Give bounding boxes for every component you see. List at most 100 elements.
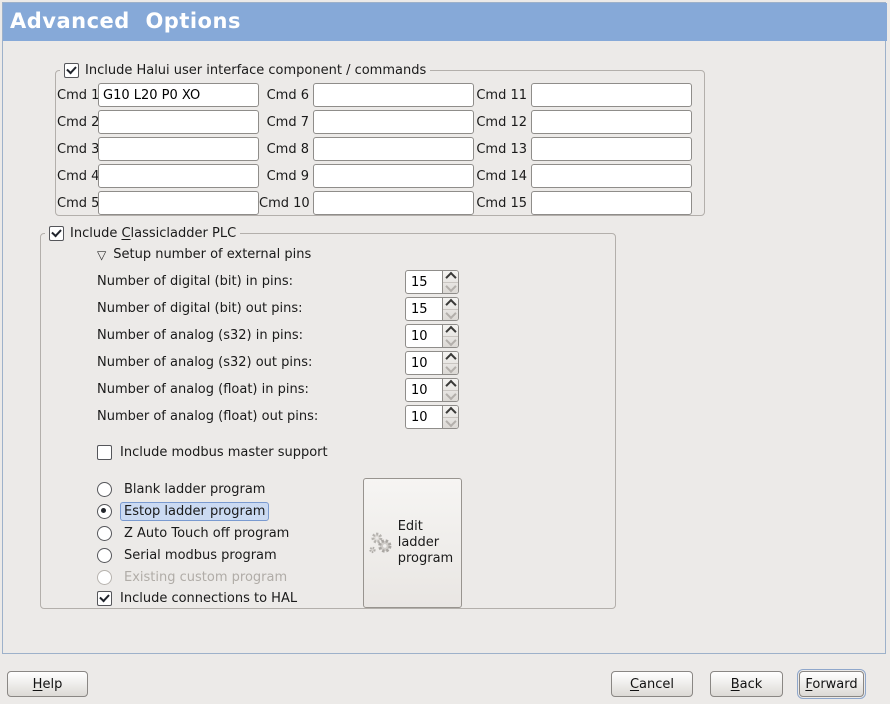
radio-icon[interactable] [97, 548, 112, 563]
cmd-5-input[interactable] [98, 191, 259, 215]
radio-icon[interactable] [97, 482, 112, 497]
classicladder-checkbox[interactable] [49, 226, 64, 241]
cmd-13-label: Cmd 13 [474, 142, 531, 157]
digital-out-pins-spinner [405, 297, 459, 321]
analog-float-in-pins-input[interactable] [406, 379, 442, 401]
modbus-master-checkbox-row[interactable]: Include modbus master support [97, 443, 328, 461]
classicladder-legend-label: Include Classicladder PLC [70, 226, 236, 241]
cmd-5-label: Cmd 5 [57, 196, 98, 211]
edit-ladder-program-label: Edit ladder program [398, 519, 461, 568]
spin-down-button[interactable] [443, 418, 458, 429]
radio-label: Estop ladder program [120, 502, 269, 521]
radio-label: Serial modbus program [120, 546, 281, 565]
advanced-options-window: { "window": { "title": "Advanced Options… [0, 0, 890, 704]
cmd-12-label: Cmd 12 [474, 115, 531, 130]
header-bar: Advanced Options [3, 3, 887, 41]
radio-disabled-icon [97, 570, 112, 585]
cmd-2-label: Cmd 2 [57, 115, 98, 130]
classicladder-legend: Include Classicladder PLC [45, 225, 240, 242]
halui-legend-label: Include Halui user interface component /… [85, 63, 426, 78]
cmd-15-label: Cmd 15 [474, 196, 531, 211]
radio-selected-icon[interactable] [97, 504, 112, 519]
cmd-8-input[interactable] [313, 137, 474, 161]
cmd-9-input[interactable] [313, 164, 474, 188]
external-pins-expander[interactable]: ▽ Setup number of external pins [97, 247, 311, 262]
hal-connections-checkbox[interactable] [97, 591, 112, 606]
chevron-down-icon [445, 389, 456, 400]
chevron-down-icon [445, 416, 456, 427]
spin-down-button[interactable] [443, 310, 458, 321]
analog-s32-in-pins-spinner [405, 324, 459, 348]
analog-float-out-pins-input[interactable] [406, 406, 442, 428]
chevron-down-icon [445, 335, 456, 346]
radio-label: Existing custom program [120, 568, 291, 587]
expander-open-icon: ▽ [97, 249, 106, 261]
analog-s32-in-pins-label: Number of analog (s32) in pins: [97, 324, 303, 348]
hal-connections-checkbox-row[interactable]: Include connections to HAL [97, 589, 297, 607]
cmd-11-input[interactable] [531, 83, 692, 107]
analog-s32-in-pins-input[interactable] [406, 325, 442, 347]
digital-out-pins-input[interactable] [406, 298, 442, 320]
spin-down-button[interactable] [443, 364, 458, 375]
halui-checkbox[interactable] [64, 63, 79, 78]
digital-in-pins-label: Number of digital (bit) in pins: [97, 270, 293, 294]
cmd-4-label: Cmd 4 [57, 169, 98, 184]
cmd-1-label: Cmd 1 [57, 88, 98, 103]
digital-in-pins-input[interactable] [406, 271, 442, 293]
gears-icon [368, 529, 396, 557]
cmd-6-input[interactable] [313, 83, 474, 107]
cmd-13-input[interactable] [531, 137, 692, 161]
analog-float-out-pins-label: Number of analog (float) out pins: [97, 405, 318, 429]
cmd-9-label: Cmd 9 [259, 169, 313, 184]
cmd-14-label: Cmd 14 [474, 169, 531, 184]
radio-serial-modbus[interactable]: Serial modbus program [97, 546, 281, 564]
spin-down-button[interactable] [443, 337, 458, 348]
cmd-8-label: Cmd 8 [259, 142, 313, 157]
forward-button[interactable]: Forward [799, 671, 864, 697]
cmd-2-input[interactable] [98, 110, 259, 134]
cmd-7-label: Cmd 7 [259, 115, 313, 130]
analog-float-in-pins-spinner [405, 378, 459, 402]
back-button[interactable]: Back [710, 671, 783, 697]
cmd-14-input[interactable] [531, 164, 692, 188]
cmd-12-input[interactable] [531, 110, 692, 134]
radio-estop-ladder[interactable]: Estop ladder program [97, 502, 269, 520]
cmd-1-input[interactable] [98, 83, 259, 107]
page-title: Advanced Options [10, 9, 241, 33]
classicladder-fieldset: Include Classicladder PLC ▽ Setup number… [40, 233, 616, 609]
radio-icon[interactable] [97, 526, 112, 541]
analog-s32-out-pins-spinner [405, 351, 459, 375]
cmd-7-input[interactable] [313, 110, 474, 134]
radio-existing-custom: Existing custom program [97, 568, 291, 586]
cmd-3-input[interactable] [98, 137, 259, 161]
modbus-master-checkbox[interactable] [97, 445, 112, 460]
analog-float-out-pins-spinner [405, 405, 459, 429]
radio-label: Blank ladder program [120, 480, 269, 499]
cmd-10-label: Cmd 10 [259, 196, 313, 211]
cmd-6-label: Cmd 6 [259, 88, 313, 103]
expander-label: Setup number of external pins [113, 247, 311, 262]
digital-in-pins-spinner [405, 270, 459, 294]
halui-legend: Include Halui user interface component /… [60, 62, 430, 79]
chevron-down-icon [445, 281, 456, 292]
analog-s32-out-pins-label: Number of analog (s32) out pins: [97, 351, 312, 375]
cmd-15-input[interactable] [531, 191, 692, 215]
chevron-down-icon [445, 362, 456, 373]
cmd-11-label: Cmd 11 [474, 88, 531, 103]
modbus-master-label: Include modbus master support [120, 445, 328, 460]
spin-down-button[interactable] [443, 391, 458, 402]
halui-fieldset: Include Halui user interface component /… [55, 70, 705, 216]
analog-s32-out-pins-input[interactable] [406, 352, 442, 374]
cancel-button[interactable]: Cancel [611, 671, 693, 697]
radio-blank-ladder[interactable]: Blank ladder program [97, 480, 269, 498]
cmd-10-input[interactable] [313, 191, 474, 215]
analog-float-in-pins-label: Number of analog (float) in pins: [97, 378, 309, 402]
halui-command-grid: Cmd 1 Cmd 6 Cmd 11 Cmd 2 Cmd 7 Cmd 12 Cm… [57, 83, 692, 215]
hal-connections-label: Include connections to HAL [120, 591, 297, 606]
help-button[interactable]: Help [7, 671, 88, 697]
edit-ladder-program-button[interactable]: Edit ladder program [363, 478, 462, 608]
spin-down-button[interactable] [443, 283, 458, 294]
cmd-4-input[interactable] [98, 164, 259, 188]
radio-z-auto-touch-off[interactable]: Z Auto Touch off program [97, 524, 293, 542]
cmd-3-label: Cmd 3 [57, 142, 98, 157]
